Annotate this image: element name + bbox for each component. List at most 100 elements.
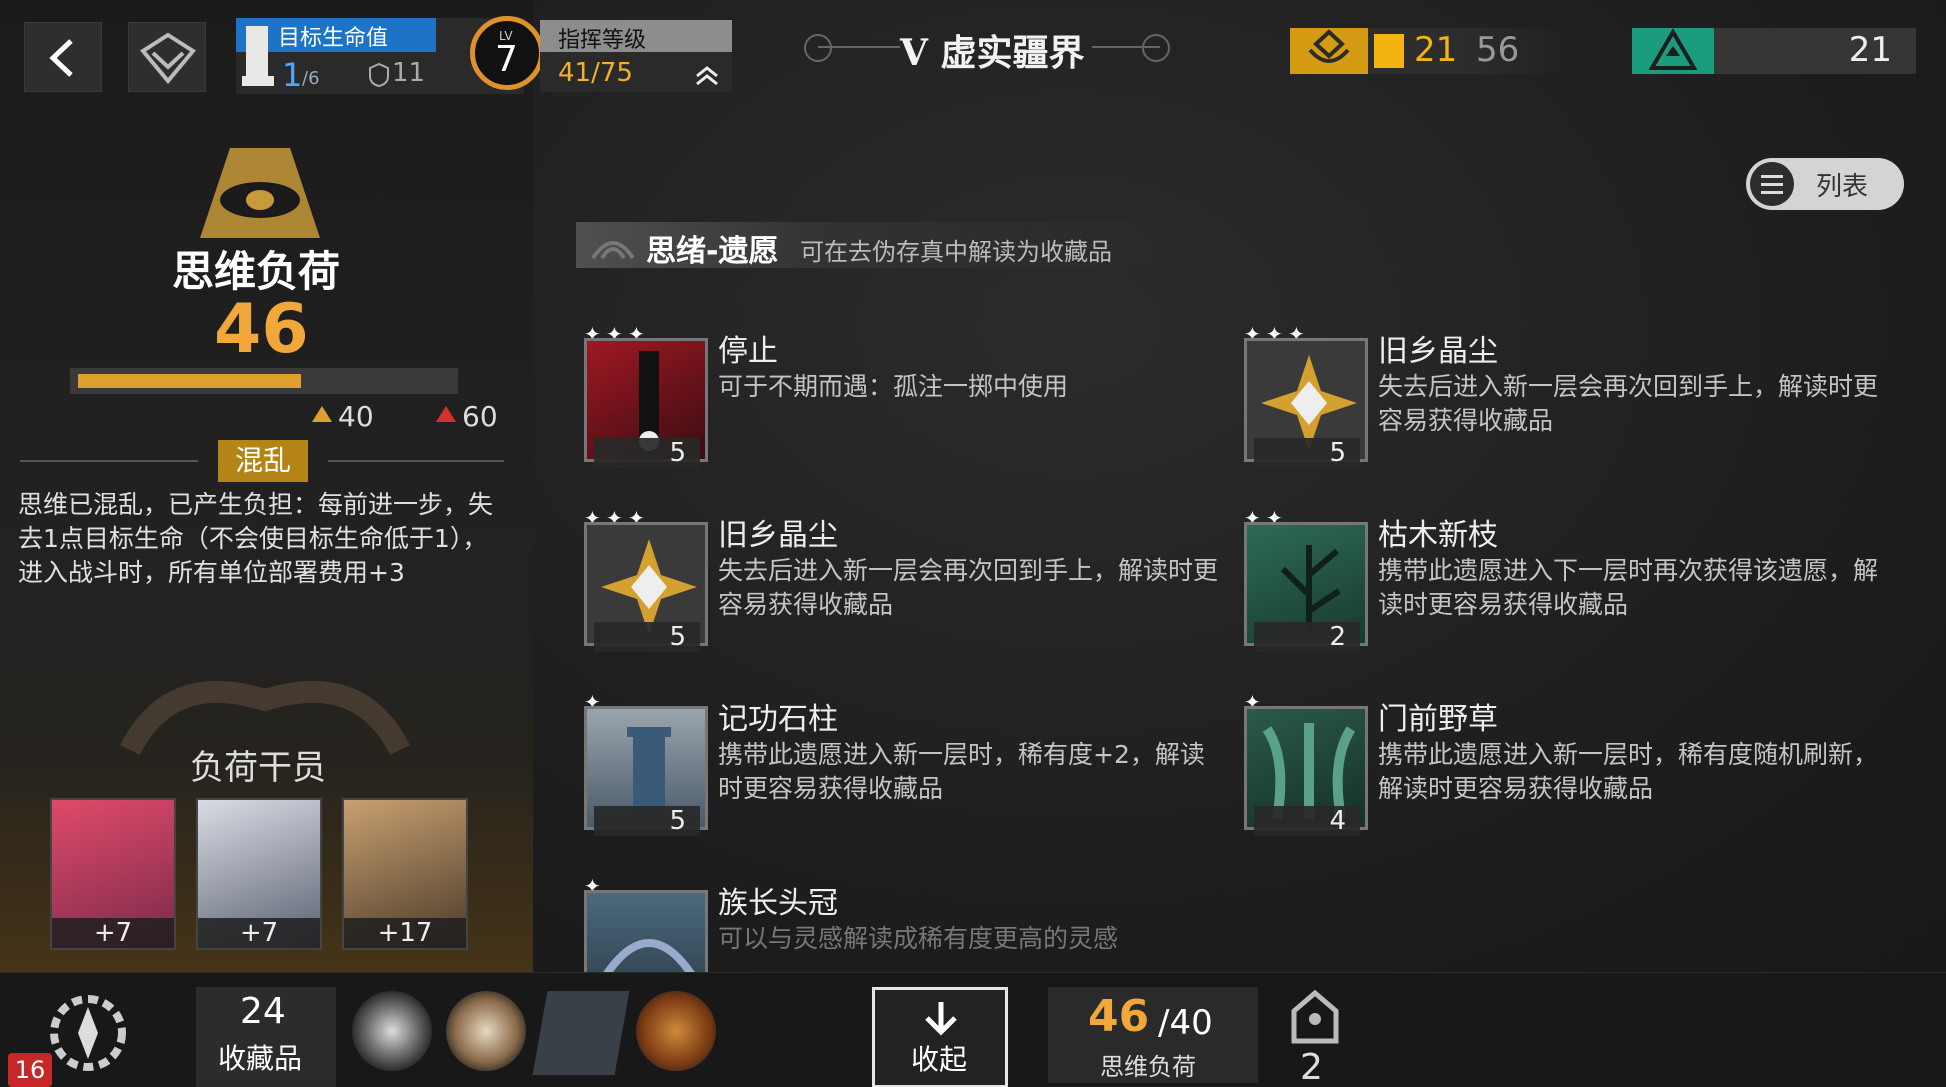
zone-title: V 虚实疆界 [900, 32, 1085, 74]
relic-description: 携带此遗愿进入新一层时，稀有度随机刷新，解读时更容易获得收藏品 [1378, 740, 1879, 803]
collection-count: 24 [240, 991, 286, 1032]
section-subtitle: 可在去伪存真中解读为收藏品 [800, 238, 1112, 266]
relic-cost: 5 [594, 806, 700, 836]
hope-icon-bg [1632, 28, 1714, 74]
ingot-fill [1374, 34, 1404, 68]
command-value: 41/75 [558, 58, 633, 88]
relic-name: 门前野草 [1378, 702, 1498, 737]
operator-bonus: +7 [52, 918, 174, 948]
collapse-label: 收起 [911, 1043, 968, 1076]
relic-description: 可以与灵感解读成稀有度更高的灵感 [718, 924, 1119, 953]
back-arrow-icon [49, 39, 73, 77]
section-title: 思绪-遗愿 [646, 234, 779, 269]
threshold-triangle-icon [436, 406, 456, 422]
relic-name: 停止 [718, 334, 778, 369]
operator-bonus: +17 [344, 918, 466, 948]
life-max: /6 [302, 68, 320, 89]
compass-gear-icon [50, 995, 126, 1071]
load-threshold-2: 60 [462, 400, 498, 433]
squad-button[interactable] [128, 22, 206, 92]
load-summary-label: 思维负荷 [1100, 1053, 1196, 1081]
ingot-icon [1308, 29, 1350, 63]
collection-button[interactable]: 24 收藏品 [196, 987, 336, 1087]
command-level-panel: 指挥等级 41/75 [540, 20, 732, 92]
relic-item[interactable]: ✦ ✦ ✦ 5 旧乡晶尘 失去后进入新一层会再次回到手上，解读时更容易获得收藏品 [1236, 318, 1879, 478]
hope-counter: 21 [1632, 28, 1916, 74]
relic-name: 旧乡晶尘 [718, 518, 838, 553]
collection-label: 收藏品 [218, 1042, 303, 1075]
collectible-card-icon[interactable] [532, 991, 630, 1075]
list-toggle-label: 列表 [1816, 172, 1869, 202]
ingot-counter: 21 56 [1290, 28, 1566, 74]
shield-icon [369, 62, 389, 88]
hope-icon [1648, 28, 1698, 70]
level-badge: LV 7 [470, 16, 544, 90]
back-button[interactable] [24, 22, 102, 92]
load-summary: 46 /40 思维负荷 [1048, 987, 1258, 1083]
relic-cost: 5 [1254, 438, 1360, 468]
game-screen: 目标生命值 1 /6 11 LV 7 指挥等级 41/75 V 虚实疆界 21 [0, 0, 1946, 1087]
relic-item[interactable]: ✦ ✦ ✦ 5 停止 可于不期而遇：孤注一掷中使用 [576, 318, 1216, 478]
relic-item[interactable]: ✦ ✦ ✦ 5 旧乡晶尘 失去后进入新一层会再次回到手上，解读时更容易获得收藏品 [576, 502, 1219, 662]
load-threshold-1: 40 [338, 400, 374, 433]
load-emblem-icon [200, 148, 320, 238]
key-count: 2 [1300, 1047, 1323, 1087]
operator-bonus: +7 [198, 918, 320, 948]
threshold-triangle-icon [312, 406, 332, 422]
ingot-icon-bg [1290, 28, 1368, 74]
arrow-down-icon [925, 1002, 957, 1036]
collectible-planet-icon[interactable] [636, 991, 716, 1071]
operator-card[interactable]: +7 [196, 798, 322, 950]
state-divider [20, 460, 198, 462]
relic-name: 枯木新枝 [1378, 518, 1498, 553]
relic-cost: 5 [594, 622, 700, 652]
relic-cost: 5 [594, 438, 700, 468]
hope-value: 21 [1848, 30, 1892, 70]
load-value: 46 [214, 290, 309, 369]
relic-item[interactable]: ✦ 族长头冠 可以与灵感解读成稀有度更高的灵感 [576, 870, 1216, 972]
load-bar-fill [78, 374, 301, 388]
list-view-toggle[interactable]: 列表 [1746, 158, 1904, 210]
relic-name: 旧乡晶尘 [1378, 334, 1498, 369]
section-header: 思绪-遗愿 可在去伪存真中解读为收藏品 [576, 222, 1176, 269]
operator-card[interactable]: +17 [342, 798, 468, 950]
collectible-orb-icon[interactable] [352, 991, 432, 1071]
load-state-badge: 混乱 [218, 440, 308, 482]
tower-icon [242, 26, 274, 86]
relic-description: 携带此遗愿进入下一层时再次获得该遗愿，解读时更容易获得收藏品 [1378, 556, 1879, 619]
relic-item[interactable]: ✦ 5 记功石柱 携带此遗愿进入新一层时，稀有度+2，解读时更容易获得收藏品 [576, 686, 1216, 846]
zone-node-icon [1142, 34, 1170, 62]
rank-up-icon [696, 66, 718, 86]
notification-badge: 16 [8, 1053, 52, 1087]
relic-name: 族长头冠 [718, 886, 838, 921]
squad-icon [140, 32, 196, 85]
zone-node-icon [804, 34, 832, 62]
relic-description: 失去后进入新一层会再次回到手上，解读时更容易获得收藏品 [718, 556, 1219, 619]
operator-card[interactable]: +7 [50, 798, 176, 950]
list-icon [1750, 162, 1794, 206]
load-bar [70, 368, 458, 394]
relic-cost: 2 [1254, 622, 1360, 652]
thought-icon [591, 241, 635, 260]
relic-description: 携带此遗愿进入新一层时，稀有度+2，解读时更容易获得收藏品 [718, 740, 1205, 803]
life-value: 1 [282, 56, 303, 94]
relic-description: 失去后进入新一层会再次回到手上，解读时更容易获得收藏品 [1378, 372, 1879, 435]
ops-title: 负荷干员 [190, 748, 326, 788]
level-value: 7 [495, 39, 518, 80]
ingot-max: 56 [1476, 30, 1520, 70]
collectible-jar-icon[interactable] [446, 991, 526, 1071]
life-title: 目标生命值 [278, 26, 389, 51]
collapse-button[interactable]: 收起 [872, 987, 1008, 1087]
relic-description: 可于不期而遇：孤注一掷中使用 [718, 372, 1069, 401]
relic-cost: 4 [1254, 806, 1360, 836]
bottom-bar: 16 24 收藏品 收起 46 /40 思维负荷 2 [0, 972, 1946, 1087]
relic-item[interactable]: ✦ 4 门前野草 携带此遗愿进入新一层时，稀有度随机刷新，解读时更容易获得收藏品 [1236, 686, 1879, 846]
key-house-icon[interactable] [1290, 989, 1340, 1045]
chieftain-crown-icon [584, 890, 708, 972]
relic-item[interactable]: ✦ ✦ 2 枯木新枝 携带此遗愿进入下一层时再次获得该遗愿，解读时更容易获得收藏… [1236, 502, 1879, 662]
load-summary-value: 46 [1088, 991, 1150, 1042]
command-title: 指挥等级 [558, 28, 647, 53]
load-state-description: 思维已混乱，已产生负担：每前进一步，失去1点目标生命（不会使目标生命低于1），进… [18, 490, 494, 587]
relic-name: 记功石柱 [718, 702, 838, 737]
shield-value: 11 [392, 58, 426, 88]
